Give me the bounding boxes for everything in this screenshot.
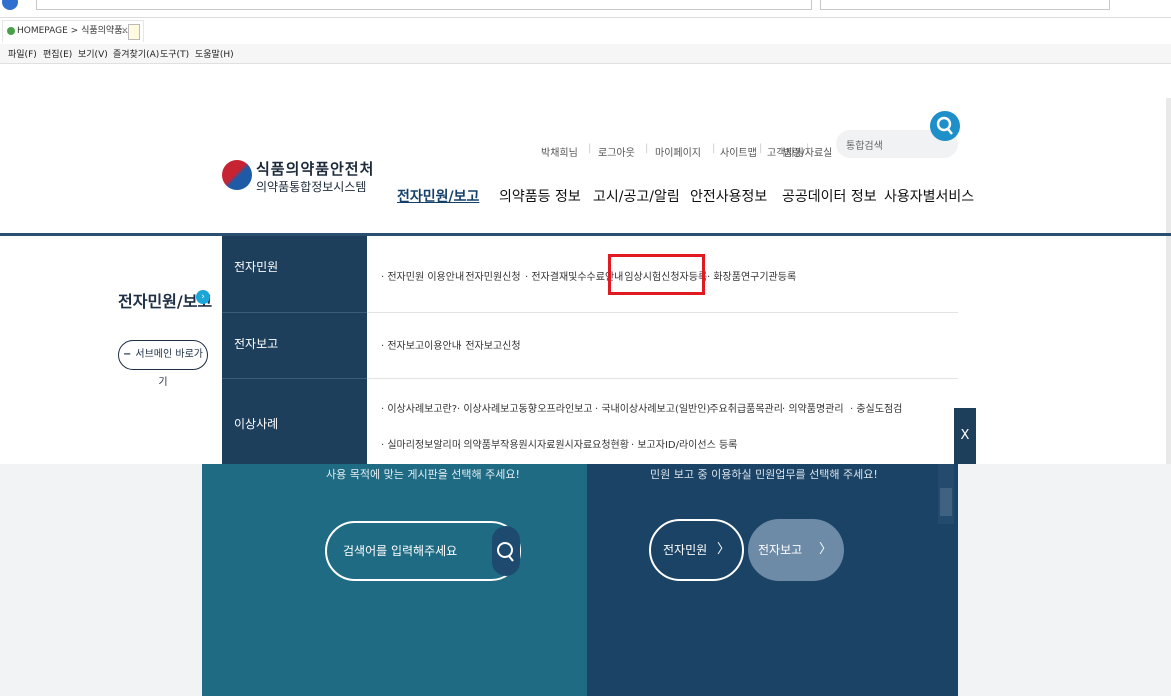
gnb-open-data[interactable]: 공공데이터 정보 bbox=[782, 186, 877, 206]
hero-search-input[interactable]: 검색어를 입력해주세요 bbox=[343, 542, 457, 559]
submenu-item[interactable]: · 원시자료요청현황 bbox=[549, 436, 629, 451]
submenu-item[interactable]: · 전자민원신청 bbox=[459, 268, 521, 283]
e-report-label: 전자보고 bbox=[758, 543, 803, 557]
browser-tab[interactable]: HOMEPAGE > 식품의약품... × bbox=[2, 20, 144, 42]
favicon-icon bbox=[7, 27, 15, 35]
new-tab-icon[interactable] bbox=[128, 24, 140, 40]
search-icon bbox=[936, 116, 953, 135]
tab-title: HOMEPAGE > 식품의약품... bbox=[17, 26, 132, 36]
search-button[interactable] bbox=[930, 111, 960, 141]
submenu-item[interactable]: · 이상사례보고동향 bbox=[457, 400, 537, 415]
submenu-item[interactable]: · 화장품연구기관등록 bbox=[707, 268, 796, 283]
e-minwon-label: 전자민원 bbox=[663, 543, 708, 557]
gnb-user-service[interactable]: 사용자별서비스 bbox=[884, 186, 974, 206]
search-icon bbox=[497, 542, 514, 562]
submenu-item[interactable]: · 보고자ID/라이선스 등록 bbox=[631, 436, 737, 451]
submenu-item[interactable]: · 국내이상사례보고(일반인) bbox=[595, 400, 710, 415]
gnb-notice[interactable]: 고시/공고/알림 bbox=[593, 186, 680, 206]
gnb-safety[interactable]: 안전사용정보 bbox=[690, 186, 767, 206]
submenu-item[interactable]: · 실마리정보알리미 bbox=[381, 436, 461, 451]
browser-menubar: 파일(F) 편집(E) 보기(V) 즐겨찾기(A) 도구(T) 도움말(H) bbox=[0, 44, 1171, 64]
search-input[interactable]: 통합검색 bbox=[846, 137, 883, 152]
menu-tools[interactable]: 도구(T) bbox=[160, 47, 189, 60]
menu-file[interactable]: 파일(F) bbox=[8, 47, 37, 60]
menu-help[interactable]: 도움말(H) bbox=[195, 47, 234, 60]
panel-scroll-thumb[interactable] bbox=[940, 488, 952, 516]
submain-shortcut-button[interactable]: − 서브메인 바로가기 bbox=[118, 340, 208, 388]
submenu-item[interactable]: · 의약품부작용원시자료 bbox=[457, 436, 555, 451]
menu-favorites[interactable]: 즐겨찾기(A) bbox=[113, 47, 159, 60]
minus-icon: − bbox=[123, 349, 132, 360]
e-minwon-button[interactable]: 전자민원 〉 bbox=[649, 519, 744, 581]
chevron-right-icon: 〉 bbox=[818, 542, 832, 557]
hero-left-caption: 사용 목적에 맞는 게시판을 선택해 주세요! bbox=[326, 468, 520, 481]
submenu-item[interactable]: · 의약품명관리 bbox=[782, 400, 844, 415]
divider: | bbox=[645, 143, 649, 154]
category-e-minwon[interactable]: 전자민원 bbox=[222, 236, 367, 312]
logo-subtitle[interactable]: 의약품통합정보시스템 bbox=[256, 178, 366, 195]
user-name: 박채희님 bbox=[541, 148, 578, 159]
logout-link[interactable]: 로그아웃 bbox=[598, 144, 635, 159]
divider: | bbox=[588, 143, 592, 154]
category-adverse-event[interactable]: 이상사례 bbox=[222, 379, 367, 455]
highlight-box bbox=[608, 254, 705, 295]
submenu-item[interactable]: · 충실도점검 bbox=[850, 400, 902, 415]
submenu-item[interactable]: · 전자민원 이용안내 bbox=[381, 268, 464, 283]
divider: | bbox=[759, 143, 763, 154]
arrow-circle-icon: › bbox=[196, 290, 210, 304]
logo-title[interactable]: 식품의약품안전처 bbox=[256, 158, 374, 179]
gnb-e-minwon[interactable]: 전자민원/보고 bbox=[397, 186, 479, 206]
gnb-drug-info[interactable]: 의약품등 정보 bbox=[499, 186, 581, 206]
close-menu-button[interactable]: X bbox=[954, 408, 976, 464]
menu-edit[interactable]: 편집(E) bbox=[43, 47, 72, 60]
submenu-item[interactable]: · 주요취급품목관리 bbox=[703, 400, 783, 415]
submenu-item[interactable]: · 오프라인보고 bbox=[531, 400, 593, 415]
divider: | bbox=[712, 143, 716, 154]
mfds-logo-icon[interactable] bbox=[222, 160, 252, 190]
menu-view[interactable]: 보기(V) bbox=[78, 47, 108, 60]
chevron-right-icon: 〉 bbox=[716, 542, 730, 557]
mypage-link[interactable]: 마이페이지 bbox=[655, 144, 701, 159]
page-scrollbar[interactable] bbox=[1166, 98, 1171, 464]
submenu-item[interactable]: · 전자보고신청 bbox=[459, 337, 521, 352]
submenu-item[interactable]: · 이상사례보고란? bbox=[381, 400, 457, 415]
address-input[interactable] bbox=[36, 0, 812, 10]
law-link[interactable]: 법령/자료실 bbox=[783, 144, 832, 159]
browser-search-input[interactable] bbox=[820, 0, 1110, 10]
divider bbox=[367, 378, 958, 379]
hero-right-caption: 민원 보고 중 이용하실 민원업무를 선택해 주세요! bbox=[650, 468, 878, 481]
divider bbox=[367, 312, 958, 313]
sitemap-link[interactable]: 사이트맵 bbox=[720, 144, 757, 159]
hero-search-button[interactable] bbox=[492, 526, 520, 576]
e-report-button[interactable]: 전자보고 〉 bbox=[748, 519, 844, 581]
submenu-item[interactable]: · 전자보고이용안내 bbox=[381, 337, 461, 352]
